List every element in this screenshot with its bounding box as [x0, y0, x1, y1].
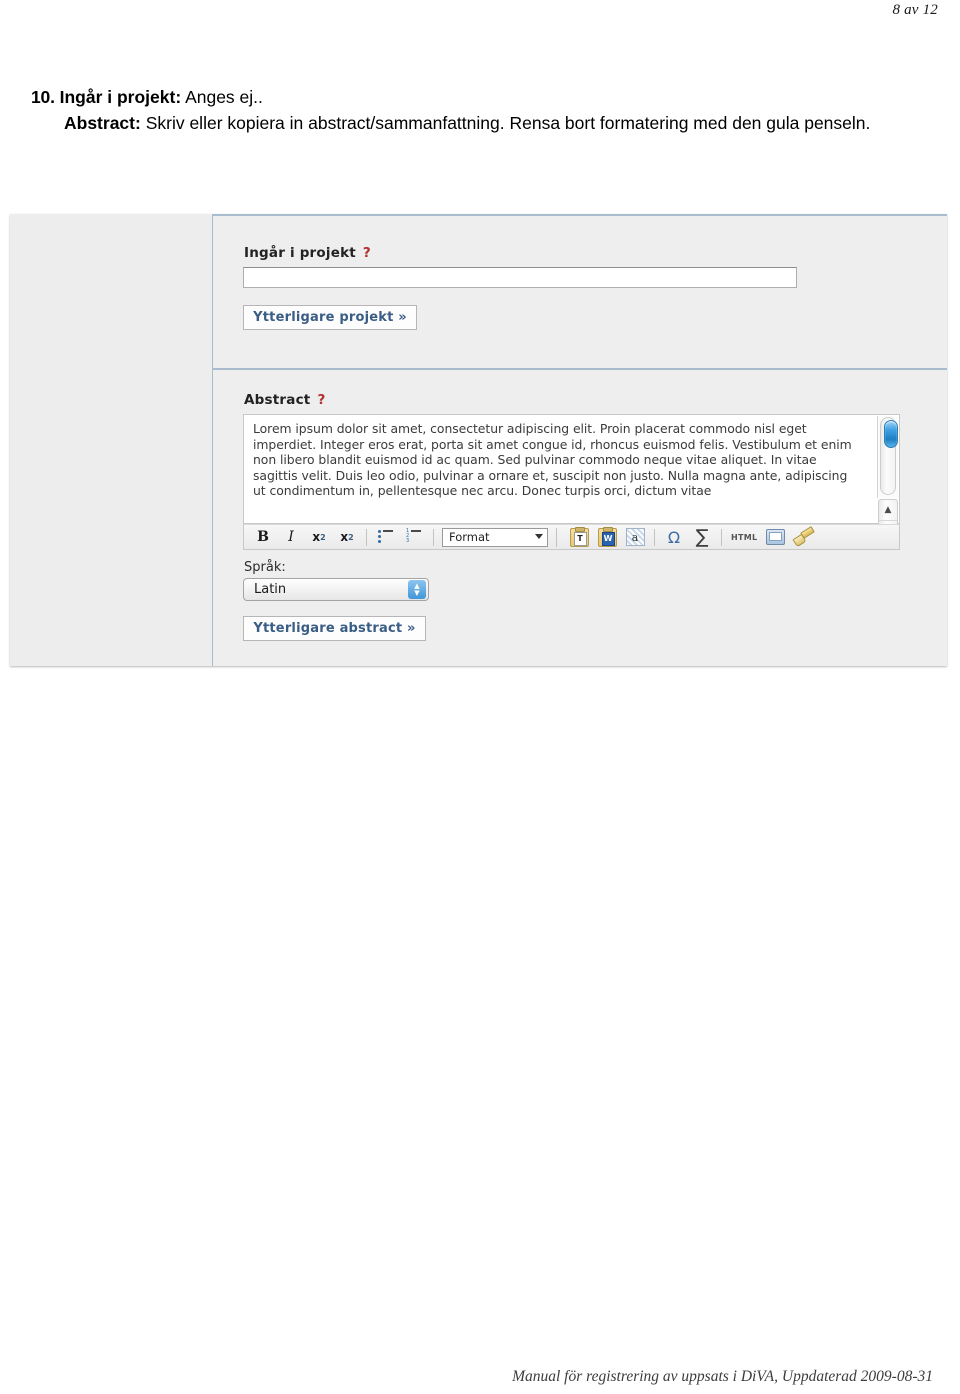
instruction-item-number: 10.: [31, 87, 55, 107]
numbered-list-icon: 123: [406, 528, 422, 544]
maximize-icon: [765, 529, 785, 545]
special-character-button[interactable]: Ω: [661, 527, 687, 547]
abstract-editor-text: Lorem ipsum dolor sit amet, consectetur …: [253, 421, 852, 499]
superscript-button[interactable]: x2: [334, 527, 360, 547]
maximize-button[interactable]: [762, 527, 788, 547]
bulleted-list-icon: [378, 530, 394, 544]
editor-toolbar: B I x2 x2 123 Format T W a Ω ∑ HTML: [243, 524, 900, 550]
projekt-input[interactable]: [243, 267, 797, 288]
stepper-down-icon: ▼: [414, 588, 420, 597]
remove-format-button[interactable]: a: [622, 527, 648, 547]
stepper-arrows-icon[interactable]: ▲ ▼: [408, 580, 426, 599]
toolbar-divider: [654, 528, 655, 546]
instruction-line-projekt: 10. Ingår i projekt: Anges ej..: [31, 84, 911, 110]
instruction-line-abstract: Abstract: Skriv eller kopiera in abstrac…: [64, 110, 911, 136]
superscript-base: x: [340, 530, 349, 544]
math-symbol-button[interactable]: ∑: [689, 526, 715, 548]
section-abstract: Abstract? Lorem ipsum dolor sit amet, co…: [212, 368, 947, 666]
projekt-label-text: Ingår i projekt: [244, 245, 356, 261]
superscript-mark: 2: [348, 532, 354, 542]
paste-text-letter: T: [573, 531, 587, 546]
ytterligare-abstract-button[interactable]: Ytterligare abstract »: [243, 616, 426, 641]
page-number: 8 av 12: [892, 2, 938, 18]
projekt-field-label: Ingår i projekt?: [244, 245, 371, 261]
subscript-mark: 2: [320, 532, 326, 542]
toolbar-divider: [556, 527, 557, 547]
remove-format-icon: a: [625, 528, 645, 546]
paste-text-icon: T: [569, 526, 589, 547]
abstract-help-icon[interactable]: ?: [317, 392, 325, 408]
chevron-down-icon: [535, 533, 543, 539]
section-ingar-i-projekt: Ingår i projekt? Ytterligare projekt »: [212, 214, 947, 368]
paste-word-icon: W: [597, 526, 617, 547]
toolbar-divider: [721, 528, 722, 546]
instruction-projekt-text: Anges ej..: [185, 87, 263, 107]
bold-button[interactable]: B: [250, 527, 276, 547]
abstract-editor[interactable]: Lorem ipsum dolor sit amet, consectetur …: [243, 414, 900, 541]
editor-scrollbar[interactable]: [877, 416, 898, 498]
brush-icon: [792, 526, 816, 548]
scrollbar-track[interactable]: [880, 417, 898, 495]
projekt-help-icon[interactable]: ?: [363, 245, 371, 261]
scrollbar-up-arrow-icon[interactable]: ▲: [879, 500, 897, 521]
left-gutter-panel: [10, 214, 213, 666]
instruction-block: 10. Ingår i projekt: Anges ej.. Abstract…: [31, 84, 911, 136]
language-label: Språk:: [244, 560, 286, 575]
italic-button[interactable]: I: [278, 527, 304, 547]
language-select-value: Latin: [254, 582, 287, 597]
ytterligare-projekt-button[interactable]: Ytterligare projekt »: [243, 305, 417, 330]
paste-word-letter: W: [601, 531, 615, 546]
toolbar-divider: [433, 528, 434, 546]
numbered-list-button[interactable]: 123: [401, 527, 427, 547]
abstract-label-text: Abstract: [244, 392, 311, 408]
language-select[interactable]: Latin ▲ ▼: [243, 578, 429, 601]
application-screenshot: Ingår i projekt? Ytterligare projekt » A…: [10, 214, 947, 666]
abstract-field-label: Abstract?: [244, 392, 325, 408]
format-select[interactable]: Format: [442, 527, 548, 547]
scrollbar-thumb[interactable]: [884, 420, 898, 448]
bulleted-list-button[interactable]: [373, 527, 399, 547]
instruction-abstract-text: Skriv eller kopiera in abstract/sammanfa…: [145, 113, 871, 133]
form-column: Ingår i projekt? Ytterligare projekt » A…: [212, 214, 947, 666]
subscript-button[interactable]: x2: [306, 527, 332, 547]
clean-formatting-button[interactable]: [790, 526, 816, 548]
instruction-projekt-lead: Ingår i projekt:: [59, 87, 182, 107]
format-select-value: Format: [449, 530, 490, 544]
toolbar-divider: [366, 528, 367, 546]
paste-as-text-button[interactable]: T: [566, 526, 592, 547]
instruction-abstract-lead: Abstract:: [64, 113, 141, 133]
subscript-base: x: [312, 530, 321, 544]
html-source-button[interactable]: HTML: [728, 527, 760, 547]
paste-from-word-button[interactable]: W: [594, 526, 620, 547]
page-footer: Manual för registrering av uppsats i DiV…: [512, 1368, 933, 1385]
